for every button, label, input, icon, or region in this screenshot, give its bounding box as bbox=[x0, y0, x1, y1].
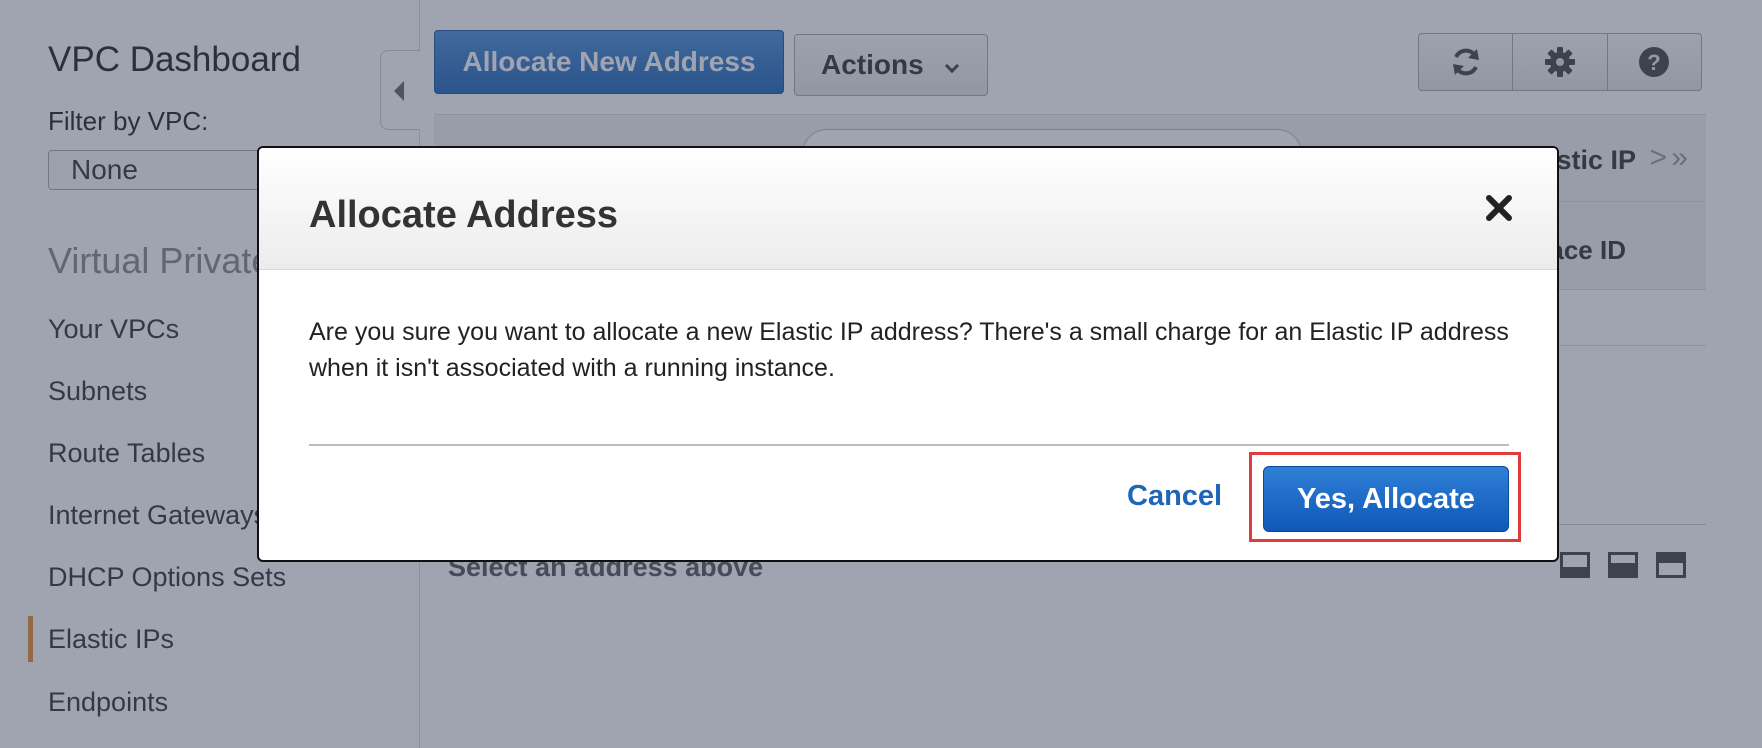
close-icon bbox=[1486, 195, 1512, 221]
dialog-header: Allocate Address bbox=[259, 148, 1557, 270]
close-button[interactable] bbox=[1479, 188, 1519, 228]
dialog-message: Are you sure you want to allocate a new … bbox=[309, 318, 1509, 382]
dialog-divider bbox=[309, 444, 1509, 446]
focus-highlight bbox=[1249, 452, 1521, 542]
dialog-title: Allocate Address bbox=[309, 194, 619, 236]
cancel-button[interactable]: Cancel bbox=[1127, 480, 1222, 513]
